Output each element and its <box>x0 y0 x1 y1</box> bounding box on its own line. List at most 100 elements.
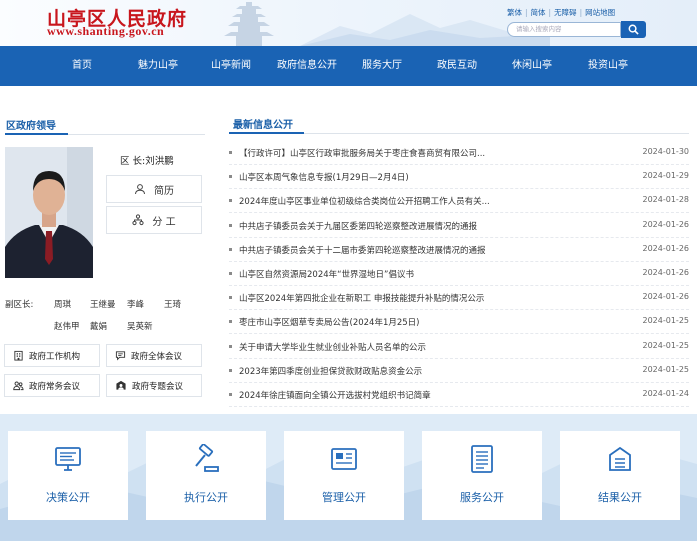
person-icon <box>135 184 145 195</box>
card-decision-disclosure[interactable]: 决策公开 <box>8 431 128 520</box>
org-chart-icon <box>132 214 145 226</box>
deputy-name[interactable]: 吴英新 <box>127 320 153 332</box>
quick-link-executive-meeting[interactable]: 政府常务会议 <box>4 374 100 397</box>
quick-link-label: 政府全体会议 <box>131 351 183 362</box>
news-item-date: 2024-01-25 <box>642 340 690 350</box>
nav-service-hall[interactable]: 服务大厅 <box>355 46 409 86</box>
leaders-title[interactable]: 区政府领导 <box>6 117 56 132</box>
news-item-title[interactable]: 山亭区自然资源局2024年“世界湿地日”倡议书 <box>239 268 609 280</box>
news-item[interactable]: 2024年度山亭区事业单位初级综合类岗位公开招聘工作人员有关... 2024-01… <box>229 189 690 214</box>
deputy-label: 副区长: <box>5 300 34 310</box>
link-simplified[interactable]: 简体 <box>531 8 546 17</box>
bullet-icon <box>229 247 232 251</box>
news-item-date: 2024-01-26 <box>642 292 690 302</box>
news-item-title[interactable]: 2024年徐庄镇面向全镇公开选拔村党组织书记简章 <box>239 389 609 401</box>
gavel-icon <box>195 444 219 472</box>
quick-link-gov-agencies[interactable]: 政府工作机构 <box>4 344 100 367</box>
main-nav: 首页 魅力山亭 山亭新闻 政府信息公开 服务大厅 政民互动 休闲山亭 投资山亭 <box>0 46 697 86</box>
news-title[interactable]: 最新信息公开 <box>233 116 293 131</box>
deputy-name[interactable]: 王继曼 <box>90 298 116 310</box>
news-item[interactable]: 枣庄市山亭区烟草专卖局公告(2024年1月25日) 2024-01-25 <box>229 310 690 335</box>
quick-link-special-meeting[interactable]: 政府专题会议 <box>106 374 202 397</box>
bullet-icon <box>229 175 232 179</box>
nav-home[interactable]: 首页 <box>62 46 102 86</box>
inbox-icon <box>609 446 631 471</box>
card-label: 管理公开 <box>322 491 366 504</box>
news-item-title[interactable]: 关于申请大学毕业生就业创业补贴人员名单的公示 <box>239 341 609 353</box>
bullet-icon <box>229 344 232 348</box>
duty-button[interactable]: 分 工 <box>106 206 202 234</box>
news-item-title[interactable]: 2024年度山亭区事业单位初级综合类岗位公开招聘工作人员有关... <box>239 195 609 207</box>
news-item-title[interactable]: 2023年第四季度创业担保贷款财政贴息资金公示 <box>239 365 609 377</box>
news-item-title[interactable]: 山亭区本周气象信息专报(1月29日—2月4日) <box>239 171 609 183</box>
site-logo-url[interactable]: www.shanting.gov.cn <box>47 24 164 39</box>
monitor-icon <box>55 447 81 471</box>
bullet-icon <box>229 223 232 227</box>
quick-link-label: 政府专题会议 <box>132 381 184 392</box>
link-traditional[interactable]: 繁体 <box>507 8 522 17</box>
news-item-date: 2024-01-30 <box>642 147 690 156</box>
news-item[interactable]: 中共店子镇委员会关于十二届市委第四轮巡察整改进展情况的通报 2024-01-26 <box>229 238 689 262</box>
search-input[interactable]: 请输入搜索内容 <box>507 22 621 37</box>
quick-link-label: 政府常务会议 <box>29 381 81 392</box>
nav-news[interactable]: 山亭新闻 <box>204 46 258 86</box>
resume-button[interactable]: 简历 <box>106 175 202 203</box>
card-service-disclosure[interactable]: 服务公开 <box>422 431 542 520</box>
newspaper-icon <box>331 448 357 470</box>
bullet-icon <box>229 296 232 300</box>
leader-photo[interactable] <box>5 147 93 278</box>
building-icon <box>14 350 23 361</box>
quick-link-plenary-meeting[interactable]: 政府全体会议 <box>106 344 202 367</box>
leaders-title-underline <box>5 133 68 135</box>
bullet-icon <box>229 393 232 396</box>
news-item[interactable]: 山亭区2024年第四批企业在新职工 申报技能提升补贴的情况公示 2024-01-2… <box>229 286 690 311</box>
nav-investment[interactable]: 投资山亭 <box>581 46 635 86</box>
card-label: 决策公开 <box>46 491 90 504</box>
bullet-icon <box>229 199 232 203</box>
nav-interaction[interactable]: 政民互动 <box>430 46 484 86</box>
card-label: 结果公开 <box>598 491 642 504</box>
news-item-title[interactable]: 中共店子镇委员会关于九届区委第四轮巡察整改进展情况的通报 <box>239 220 609 232</box>
nav-info-disclosure[interactable]: 政府信息公开 <box>272 46 342 86</box>
news-title-underline <box>229 132 304 134</box>
bullet-icon <box>229 320 232 324</box>
card-label: 服务公开 <box>460 491 504 504</box>
news-item-title[interactable]: 枣庄市山亭区烟草专卖局公告(2024年1月25日) <box>239 316 609 328</box>
news-item[interactable]: 2024年徐庄镇面向全镇公开选拔村党组织书记简章 2024-01-24 <box>229 383 689 407</box>
leader-portrait-graphic <box>5 147 93 278</box>
nav-leisure[interactable]: 休闲山亭 <box>505 46 559 86</box>
news-item[interactable]: 山亭区本周气象信息专报(1月29日—2月4日) 2024-01-29 <box>229 165 689 190</box>
card-label: 执行公开 <box>184 491 228 504</box>
deputy-name[interactable]: 戴娟 <box>90 320 107 332</box>
deputy-name[interactable]: 赵伟甲 <box>54 320 80 332</box>
news-item[interactable]: 【行政许可】山亭区行政审批服务局关于枣庄食喜商贸有限公司... 2024-01-3… <box>229 141 689 165</box>
nav-charm[interactable]: 魅力山亭 <box>131 46 185 86</box>
news-item-title[interactable]: 中共店子镇委员会关于十二届市委第四轮巡察整改进展情况的通报 <box>239 244 609 256</box>
chat-icon <box>115 351 126 361</box>
site-header: 山亭区人民政府 www.shanting.gov.cn 繁体 | 简体 | 无障碍 | 网站… <box>0 0 697 46</box>
link-sitemap[interactable]: 网站地图 <box>585 8 615 17</box>
news-item-date: 2024-01-28 <box>642 195 690 205</box>
news-item[interactable]: 2023年第四季度创业担保贷款财政贴息资金公示 2024-01-25 <box>229 359 689 383</box>
search-icon <box>628 24 639 35</box>
deputy-name[interactable]: 周琪 <box>54 298 71 310</box>
link-accessibility[interactable]: 无障碍 <box>554 8 577 17</box>
deputy-name[interactable]: 王琦 <box>164 298 181 310</box>
news-item[interactable]: 中共店子镇委员会关于九届区委第四轮巡察整改进展情况的通报 2024-01-26 <box>229 214 689 238</box>
news-item-date: 2024-01-26 <box>642 268 690 277</box>
bullet-icon <box>229 368 232 372</box>
news-item-title[interactable]: 山亭区2024年第四批企业在新职工 申报技能提升补贴的情况公示 <box>239 292 609 304</box>
news-item-date: 2024-01-25 <box>642 364 690 374</box>
card-management-disclosure[interactable]: 管理公开 <box>284 431 404 520</box>
card-result-disclosure[interactable]: 结果公开 <box>560 431 680 520</box>
leader-name: 区 长:刘洪鹏 <box>120 156 174 167</box>
news-item-date: 2024-01-25 <box>642 316 690 326</box>
news-item-title[interactable]: 【行政许可】山亭区行政审批服务局关于枣庄食喜商贸有限公司... <box>239 147 609 159</box>
news-item[interactable]: 山亭区自然资源局2024年“世界湿地日”倡议书 2024-01-26 <box>229 262 689 286</box>
news-item[interactable]: 关于申请大学毕业生就业创业补贴人员名单的公示 2024-01-25 <box>229 335 689 359</box>
search-button[interactable] <box>621 21 646 38</box>
resume-label: 简历 <box>154 185 174 197</box>
deputy-name[interactable]: 李峰 <box>127 298 144 310</box>
top-links: 繁体 | 简体 | 无障碍 | 网站地图 <box>507 8 616 17</box>
card-execution-disclosure[interactable]: 执行公开 <box>146 431 266 520</box>
